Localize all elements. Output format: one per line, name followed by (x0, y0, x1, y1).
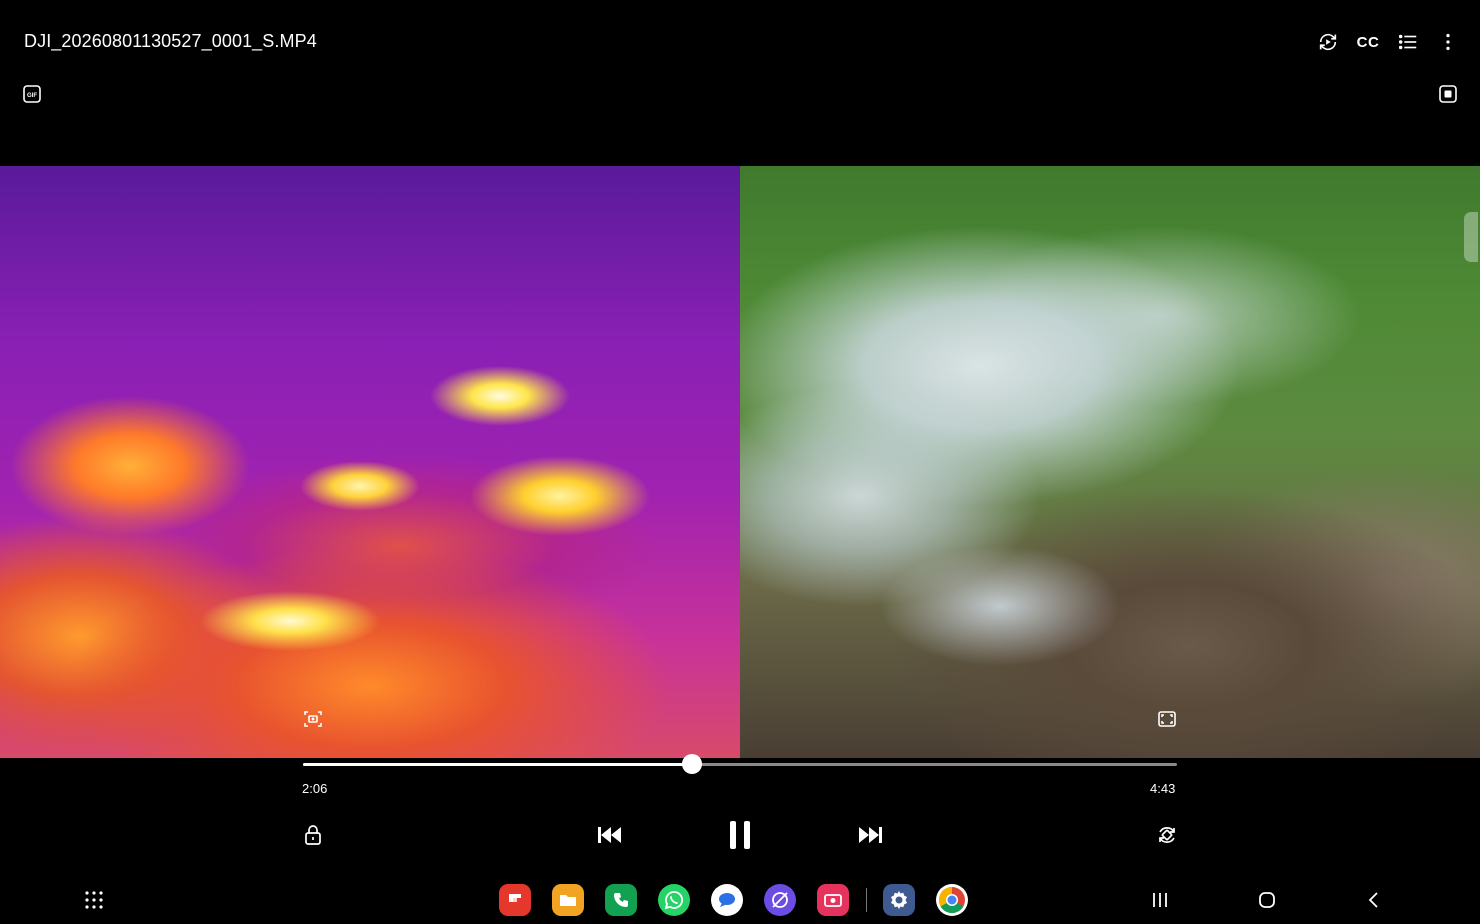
rotate-button[interactable] (1154, 822, 1180, 848)
home-icon (1259, 892, 1275, 908)
fit-screen-icon (1158, 711, 1176, 727)
seek-progress (303, 763, 692, 766)
whatsapp-app[interactable] (658, 884, 690, 916)
pop-up-player-button[interactable] (1437, 83, 1459, 105)
pause-icon (730, 821, 750, 849)
previous-button[interactable] (593, 820, 625, 850)
back-icon (1368, 892, 1378, 908)
seek-thumb[interactable] (681, 754, 702, 774)
rotate-icon (1159, 827, 1175, 843)
settings-app[interactable] (883, 884, 915, 916)
folder-icon (560, 895, 576, 906)
current-time: 2:06 (302, 781, 328, 796)
fit-screen-button[interactable] (1154, 706, 1180, 732)
pause-button[interactable] (722, 815, 758, 855)
settings-icon (891, 891, 907, 909)
gif-icon: GIF (23, 85, 41, 103)
whatsapp-icon (664, 891, 683, 910)
back-button[interactable] (1360, 886, 1388, 914)
next-icon (859, 827, 882, 843)
app-drawer-button[interactable] (80, 886, 108, 914)
capture-button[interactable] (300, 706, 326, 732)
chrome-app[interactable] (936, 884, 968, 916)
messages-icon (719, 893, 735, 907)
edge-panel-handle[interactable] (1464, 212, 1478, 262)
internet-icon (772, 892, 788, 908)
more-options-icon (1446, 33, 1450, 51)
total-time: 4:43 (1150, 781, 1176, 796)
phone-icon (614, 893, 628, 907)
recent-apps-button[interactable] (1146, 886, 1174, 914)
lock-icon (305, 825, 321, 845)
my-files-app[interactable] (552, 884, 584, 916)
rotate-screen-icon (1319, 33, 1337, 51)
more-options-button[interactable] (1434, 28, 1462, 56)
video-frame[interactable] (0, 166, 1480, 758)
closed-captions-icon: CC (1356, 33, 1380, 51)
internet-app[interactable] (764, 884, 796, 916)
flipboard-app[interactable] (499, 884, 531, 916)
closed-captions-button[interactable]: CC (1354, 28, 1382, 56)
seek-bar[interactable] (303, 754, 1177, 774)
screen-recorder-app[interactable] (817, 884, 849, 916)
playlist-icon (1398, 34, 1417, 50)
rotate-screen-button[interactable] (1314, 28, 1342, 56)
playlist-button[interactable] (1394, 28, 1422, 56)
home-button[interactable] (1253, 886, 1281, 914)
file-title: DJI_20260801130527_0001_S.MP4 (24, 31, 317, 51)
flipboard-icon (509, 894, 521, 902)
phone-app[interactable] (605, 884, 637, 916)
visible-view (740, 166, 1480, 758)
gif-button[interactable]: GIF (21, 83, 43, 105)
app-drawer-icon (85, 891, 103, 909)
recent-apps-icon (1153, 893, 1167, 907)
screen-recorder-icon (824, 894, 842, 907)
lock-button[interactable] (300, 822, 326, 848)
previous-icon (598, 827, 621, 843)
pop-up-player-icon (1439, 85, 1457, 103)
chrome-icon (938, 886, 965, 914)
next-button[interactable] (855, 820, 887, 850)
svg-text:GIF: GIF (27, 93, 37, 99)
thermal-view (0, 166, 740, 758)
dock-divider (866, 888, 867, 912)
capture-icon (304, 711, 322, 727)
messages-app[interactable] (711, 884, 743, 916)
